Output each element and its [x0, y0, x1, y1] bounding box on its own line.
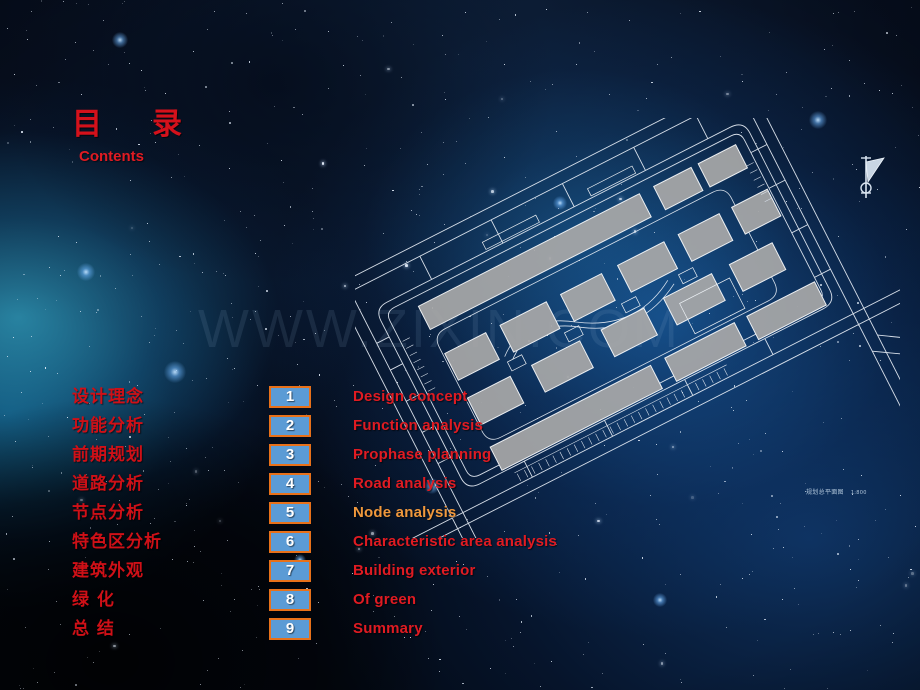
page-title: 目录 — [72, 99, 184, 143]
contents-item-label-en: Of green — [353, 591, 417, 608]
contents-item-label-cn: 总 结 — [72, 619, 115, 639]
contents-item-number-badge[interactable]: 5 — [269, 502, 311, 524]
contents-item-label-cn: 特色区分析 — [72, 532, 162, 552]
contents-list: 设计理念 1 Design concept 功能分析 2 Function analysi… — [0, 385, 920, 646]
contents-item-label-en: Function analysis — [353, 417, 484, 434]
contents-item-8[interactable]: 绿 化 8 Of green — [0, 588, 920, 617]
contents-item-4[interactable]: 道路分析 4 Road analysis — [0, 472, 920, 501]
watermark-text: WWW.ZIXIN.COM — [198, 299, 681, 359]
north-arrow-icon — [852, 152, 890, 200]
page-subtitle: Contents — [79, 148, 144, 165]
contents-item-9[interactable]: 总 结 9 Summary — [0, 617, 920, 646]
contents-item-label-cn: 道路分析 — [72, 474, 144, 494]
presentation-slide: WWW.ZIXIN.COM 规划总平面图 1:800 目 录 Contents … — [0, 0, 920, 690]
contents-item-label-en: Road analysis — [353, 475, 457, 492]
contents-item-label-en: Summary — [353, 620, 423, 637]
contents-item-number-badge[interactable]: 1 — [269, 386, 311, 408]
contents-item-7[interactable]: 建筑外观 7 Building exterior — [0, 559, 920, 588]
contents-item-label-en: Building exterior — [353, 562, 476, 579]
contents-item-number-badge[interactable]: 7 — [269, 560, 311, 582]
contents-item-3[interactable]: 前期规划 3 Prophase planning — [0, 443, 920, 472]
contents-item-5[interactable]: 节点分析 5 Node analysis — [0, 501, 920, 530]
page-title-char-2: 录 — [152, 107, 184, 142]
contents-item-label-en: Design concept — [353, 388, 468, 405]
contents-item-number-badge[interactable]: 9 — [269, 618, 311, 640]
contents-item-1[interactable]: 设计理念 1 Design concept — [0, 385, 920, 414]
contents-item-number-badge[interactable]: 3 — [269, 444, 311, 466]
contents-item-label-en: Characteristic area analysis — [353, 533, 558, 550]
page-title-char-1: 目 — [72, 107, 104, 142]
contents-item-label-cn: 功能分析 — [72, 416, 144, 436]
contents-item-number-badge[interactable]: 6 — [269, 531, 311, 553]
contents-item-label-cn: 绿 化 — [72, 590, 115, 610]
contents-item-2[interactable]: 功能分析 2 Function analysis — [0, 414, 920, 443]
contents-item-number-badge[interactable]: 8 — [269, 589, 311, 611]
contents-item-label-en: Prophase planning — [353, 446, 492, 463]
contents-item-label-cn: 节点分析 — [72, 503, 144, 523]
contents-item-label-cn: 建筑外观 — [72, 561, 144, 581]
contents-item-label-cn: 设计理念 — [72, 387, 144, 407]
contents-item-label-cn: 前期规划 — [72, 445, 144, 465]
contents-item-number-badge[interactable]: 4 — [269, 473, 311, 495]
contents-item-label-en: Node analysis — [353, 504, 457, 521]
contents-item-number-badge[interactable]: 2 — [269, 415, 311, 437]
contents-item-6[interactable]: 特色区分析 6 Characteristic area analysis — [0, 530, 920, 559]
